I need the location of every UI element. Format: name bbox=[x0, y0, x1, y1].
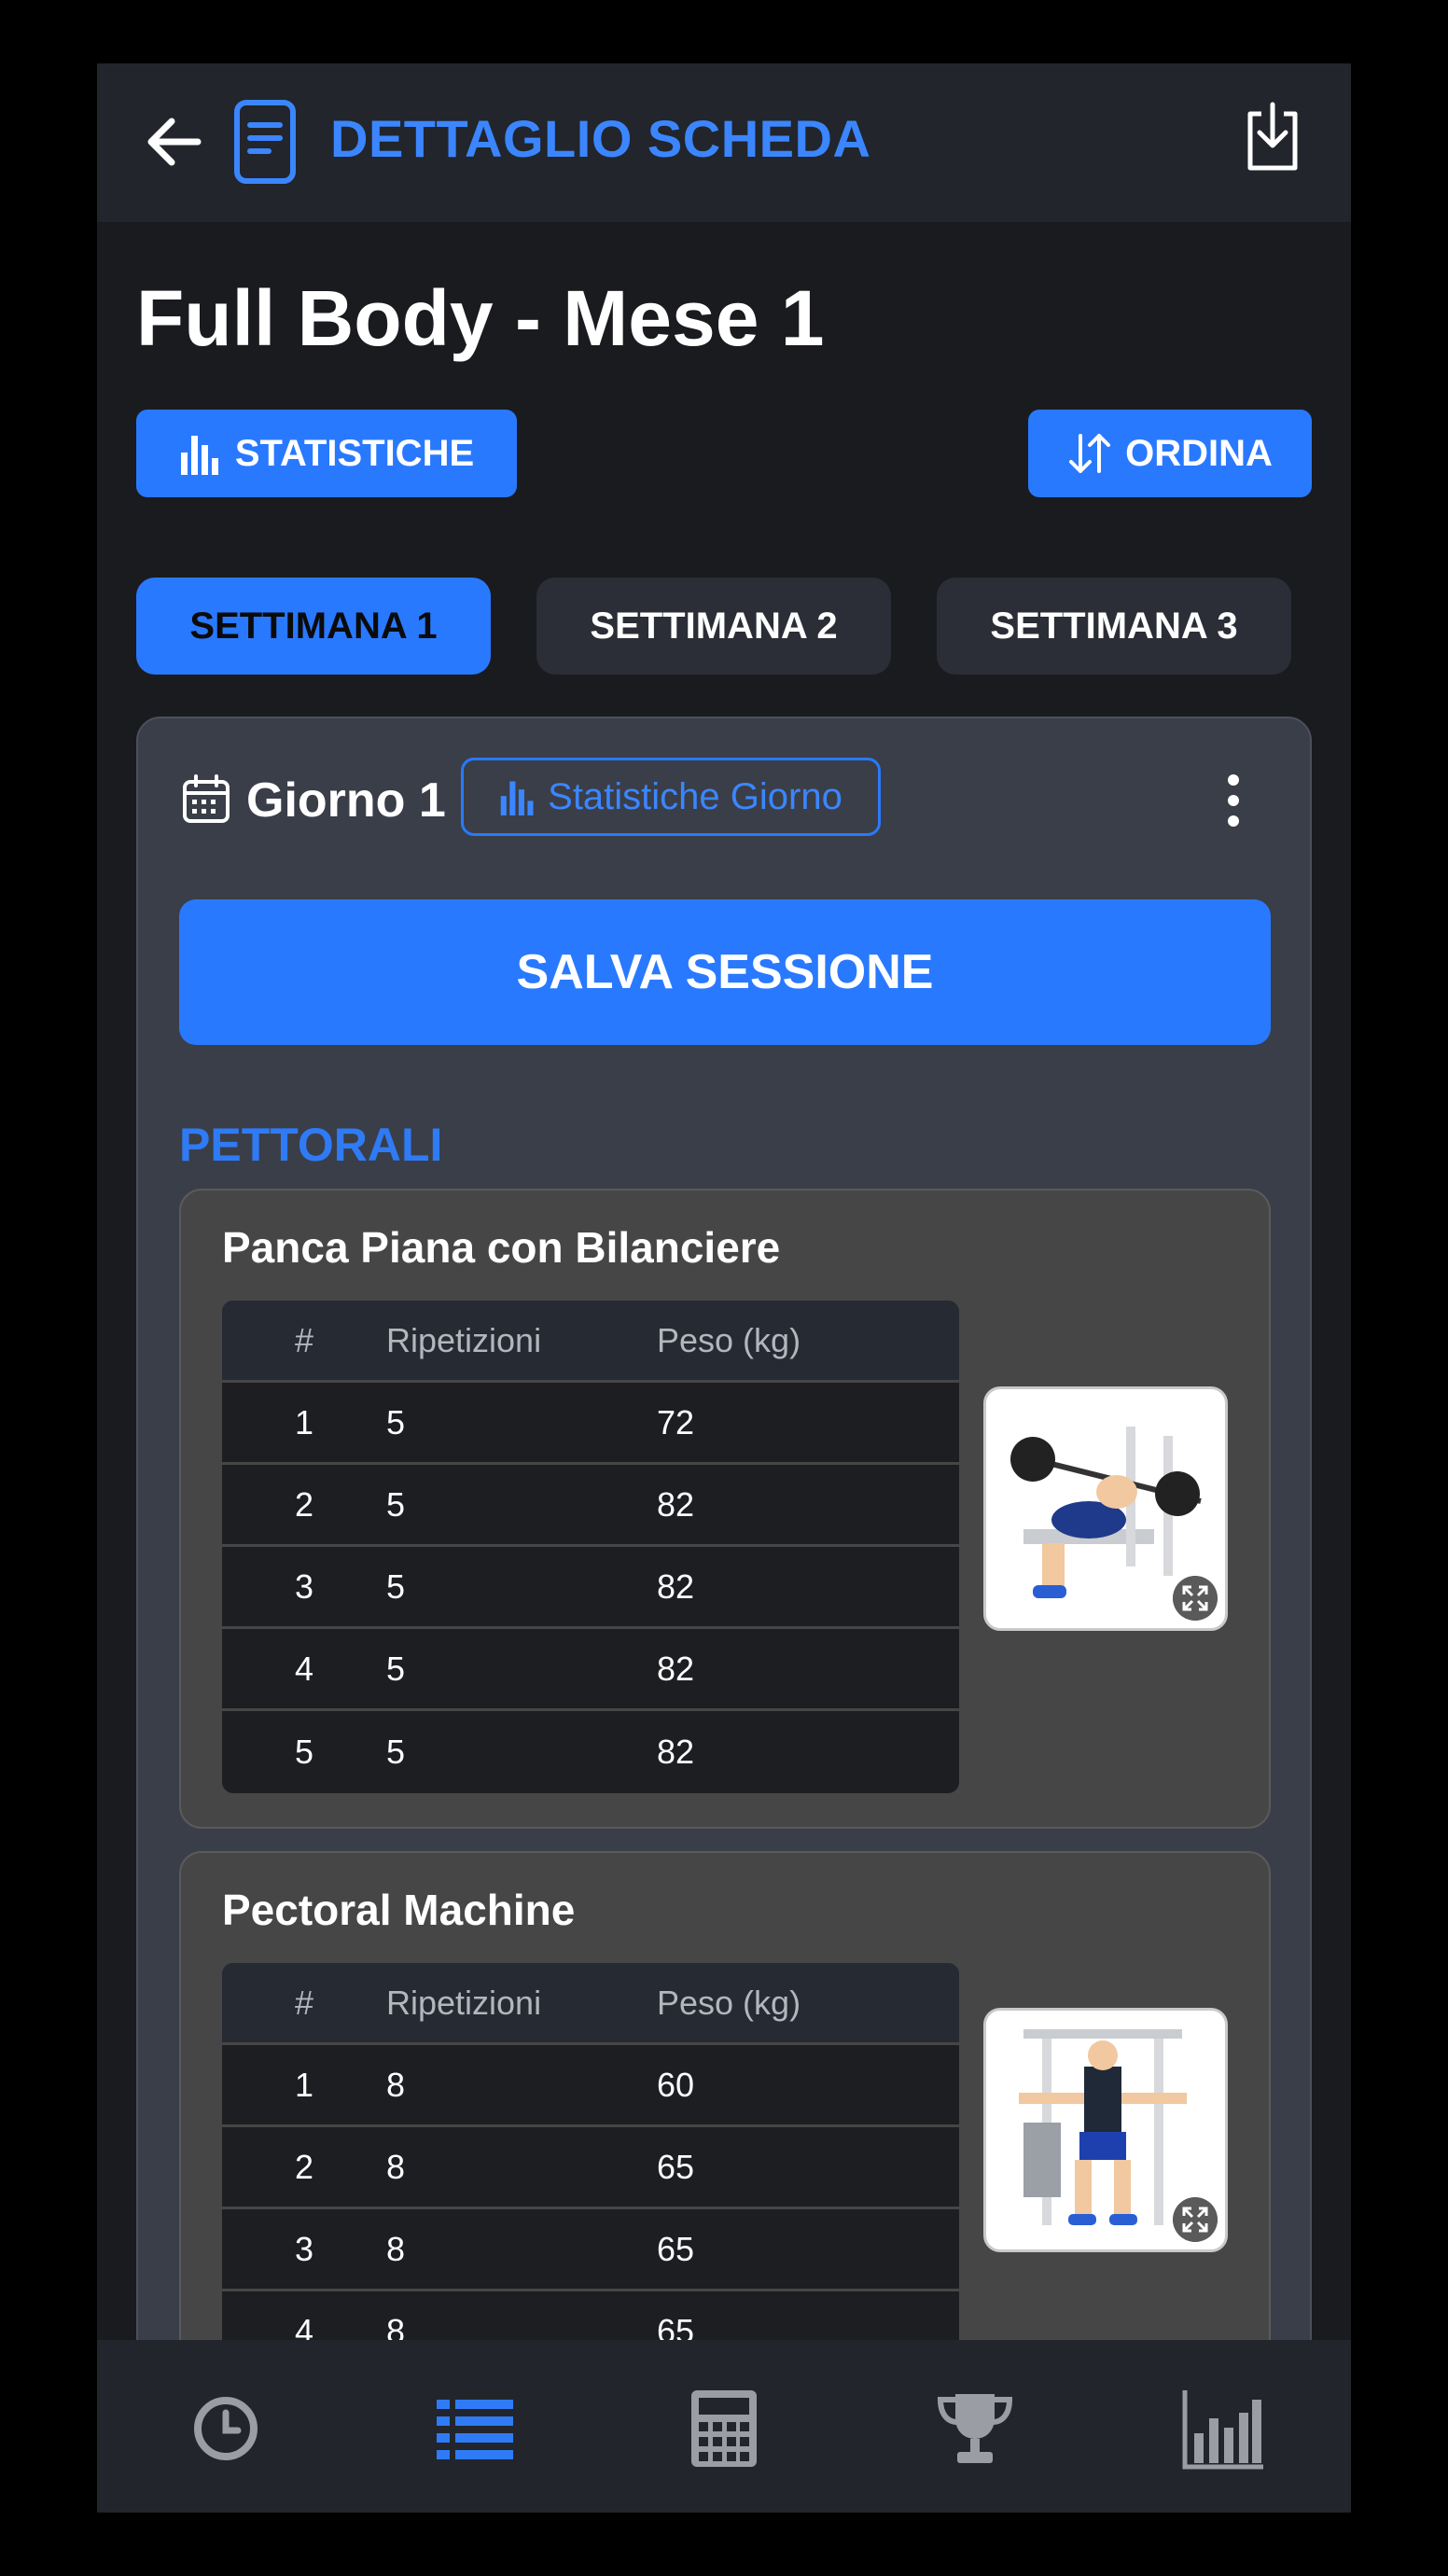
back-arrow-icon[interactable] bbox=[144, 108, 203, 175]
col-number: # bbox=[294, 1983, 314, 2022]
more-options-icon[interactable] bbox=[1224, 773, 1243, 828]
day-statistics-button[interactable]: Statistiche Giorno bbox=[461, 758, 881, 836]
trophy-icon[interactable] bbox=[933, 2387, 1017, 2471]
calculator-icon[interactable] bbox=[682, 2387, 766, 2471]
set-reps: 8 bbox=[386, 2229, 406, 2268]
bottom-navigation bbox=[97, 2340, 1351, 2513]
sets-table: # Ripetizioni Peso (kg) 1 8 60 2 8 65 3 8 65 4… bbox=[222, 1963, 959, 2374]
table-row[interactable]: 2 5 82 bbox=[222, 1465, 959, 1547]
exercise-card: Panca Piana con Bilanciere # Ripetizioni… bbox=[179, 1189, 1271, 1829]
set-reps: 5 bbox=[386, 1402, 406, 1441]
set-number: 2 bbox=[294, 1484, 314, 1524]
set-weight: 65 bbox=[657, 2147, 695, 2186]
set-number: 4 bbox=[294, 1649, 314, 1688]
col-reps: Ripetizioni bbox=[386, 1320, 542, 1359]
exercise-image[interactable] bbox=[983, 2008, 1228, 2252]
exercise-title: Panca Piana con Bilanciere bbox=[222, 1223, 781, 1272]
set-reps: 5 bbox=[386, 1649, 406, 1688]
table-row[interactable]: 1 8 60 bbox=[222, 2045, 959, 2127]
app-screen: DETTAGLIO SCHEDA Full Body - Mese 1 STAT… bbox=[97, 63, 1351, 2513]
table-row[interactable]: 2 8 65 bbox=[222, 2127, 959, 2209]
set-number: 1 bbox=[294, 1402, 314, 1441]
tab-settimana-2[interactable]: SETTIMANA 2 bbox=[536, 578, 891, 675]
set-weight: 82 bbox=[657, 1484, 695, 1524]
set-reps: 5 bbox=[386, 1566, 406, 1606]
set-number: 5 bbox=[294, 1733, 314, 1771]
bar-chart-icon bbox=[500, 781, 534, 815]
table-row[interactable]: 1 5 72 bbox=[222, 1383, 959, 1465]
app-bar-title: DETTAGLIO SCHEDA bbox=[330, 109, 871, 168]
day-title: Giorno 1 bbox=[246, 773, 446, 828]
download-icon[interactable] bbox=[1243, 101, 1302, 175]
set-reps: 8 bbox=[386, 2147, 406, 2186]
save-session-button[interactable]: SALVA SESSIONE bbox=[179, 899, 1271, 1045]
set-number: 3 bbox=[294, 1566, 314, 1606]
tab-settimana-1[interactable]: SETTIMANA 1 bbox=[136, 578, 491, 675]
list-icon[interactable] bbox=[433, 2387, 517, 2471]
exercise-image[interactable] bbox=[983, 1386, 1228, 1631]
top-app-bar: DETTAGLIO SCHEDA bbox=[97, 63, 1351, 222]
set-number: 3 bbox=[294, 2229, 314, 2268]
set-reps: 5 bbox=[386, 1733, 406, 1771]
col-weight: Peso (kg) bbox=[657, 1320, 801, 1359]
set-weight: 72 bbox=[657, 1402, 695, 1441]
set-weight: 65 bbox=[657, 2229, 695, 2268]
history-icon[interactable] bbox=[184, 2387, 268, 2471]
expand-icon[interactable] bbox=[1173, 2197, 1218, 2242]
statistics-label: STATISTICHE bbox=[234, 432, 475, 474]
table-row[interactable]: 4 5 82 bbox=[222, 1629, 959, 1711]
day-statistics-label: Statistiche Giorno bbox=[548, 775, 842, 817]
set-number: 1 bbox=[294, 2065, 314, 2104]
page-title: Full Body - Mese 1 bbox=[136, 274, 825, 362]
col-weight: Peso (kg) bbox=[657, 1983, 801, 2022]
sort-button[interactable]: ORDINA bbox=[1028, 410, 1312, 497]
table-row[interactable]: 5 5 82 bbox=[222, 1711, 959, 1793]
set-reps: 5 bbox=[386, 1484, 406, 1524]
section-title: PETTORALI bbox=[179, 1119, 443, 1171]
sort-arrows-icon bbox=[1069, 434, 1111, 473]
bar-chart-icon[interactable] bbox=[1181, 2387, 1265, 2471]
set-weight: 82 bbox=[657, 1733, 695, 1771]
exercise-title: Pectoral Machine bbox=[222, 1886, 576, 1934]
col-number: # bbox=[294, 1320, 314, 1359]
set-number: 2 bbox=[294, 2147, 314, 2186]
set-reps: 8 bbox=[386, 2065, 406, 2104]
bar-chart-icon bbox=[180, 436, 218, 475]
sets-table: # Ripetizioni Peso (kg) 1 5 72 2 5 82 3 5 82 4… bbox=[222, 1301, 959, 1793]
statistics-button[interactable]: STATISTICHE bbox=[136, 410, 517, 497]
tab-settimana-3[interactable]: SETTIMANA 3 bbox=[937, 578, 1291, 675]
document-icon bbox=[234, 100, 296, 184]
table-row[interactable]: 3 8 65 bbox=[222, 2209, 959, 2291]
expand-icon[interactable] bbox=[1173, 1576, 1218, 1621]
set-weight: 82 bbox=[657, 1566, 695, 1606]
sort-label: ORDINA bbox=[1125, 432, 1273, 474]
table-header: # Ripetizioni Peso (kg) bbox=[222, 1301, 959, 1383]
day-card: Giorno 1 Statistiche Giorno SALVA SESSIO… bbox=[136, 717, 1312, 2513]
col-reps: Ripetizioni bbox=[386, 1983, 542, 2022]
table-row[interactable]: 3 5 82 bbox=[222, 1547, 959, 1629]
set-weight: 82 bbox=[657, 1649, 695, 1688]
calendar-icon bbox=[183, 774, 230, 823]
table-header: # Ripetizioni Peso (kg) bbox=[222, 1963, 959, 2045]
set-weight: 60 bbox=[657, 2065, 695, 2104]
